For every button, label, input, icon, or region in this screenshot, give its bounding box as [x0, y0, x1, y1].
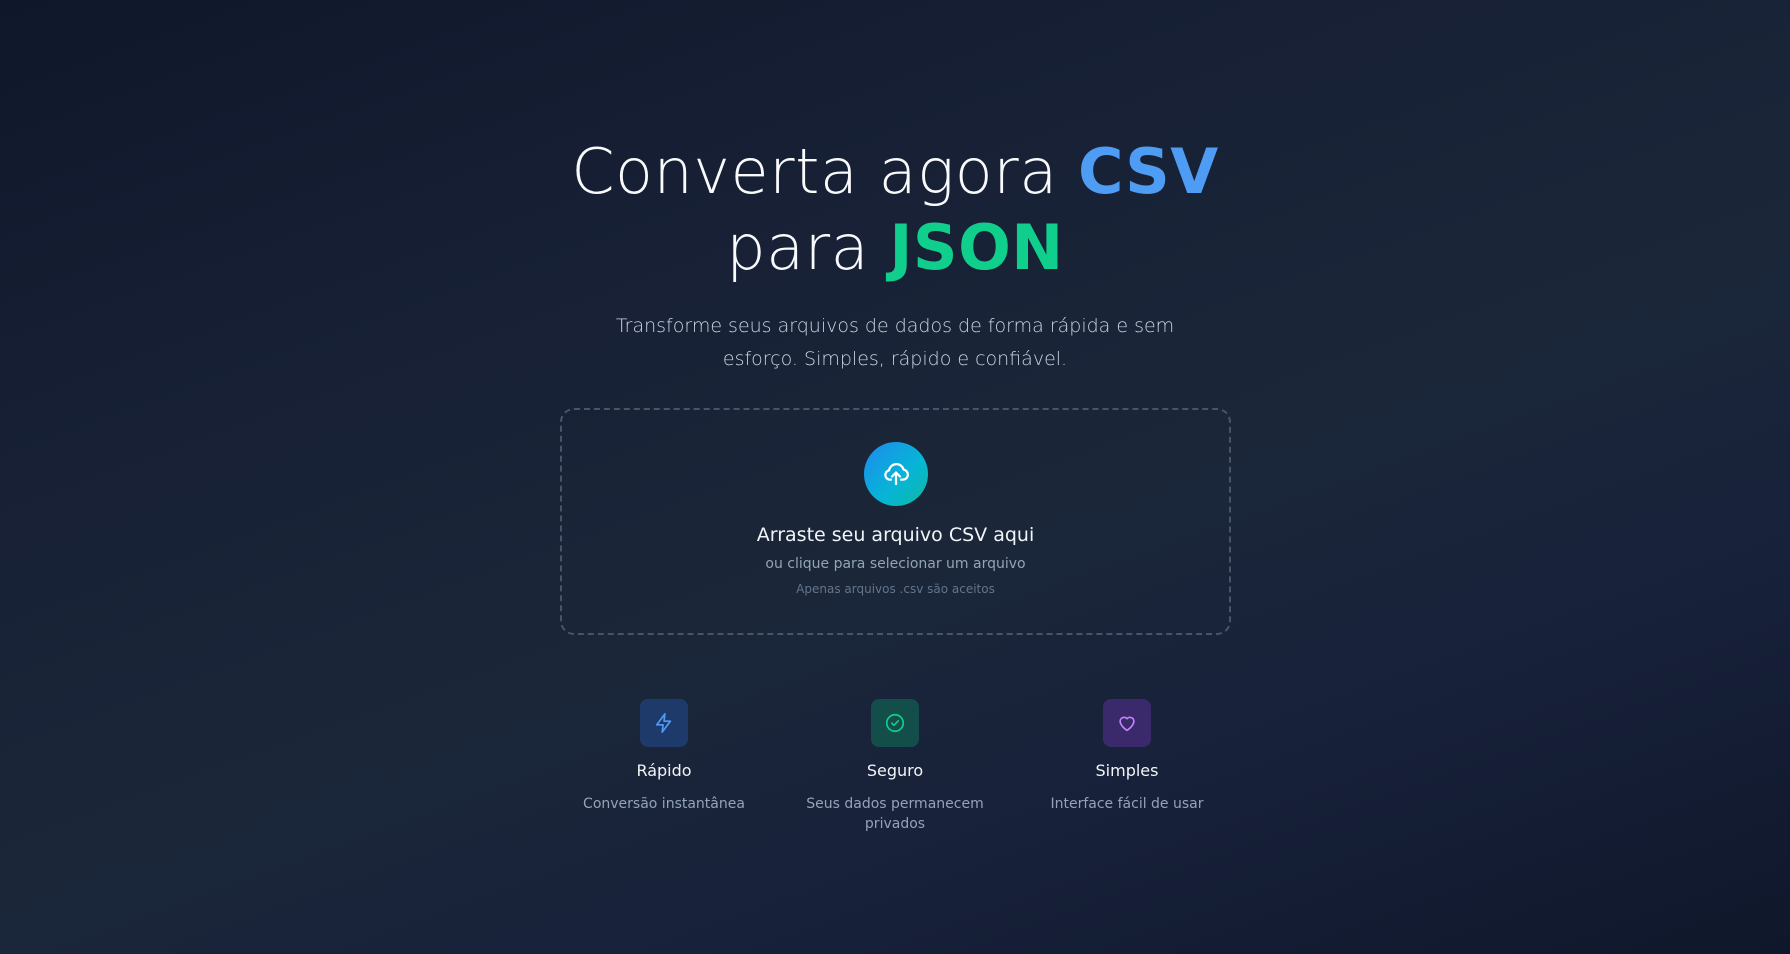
feature-description: Seus dados permanecem privados: [806, 796, 984, 832]
title-csv-highlight: CSV: [1077, 135, 1219, 208]
dropzone-subtitle: ou clique para selecionar um arquivo: [765, 556, 1026, 572]
cloud-upload-icon: [863, 442, 928, 506]
title-text-2: para: [726, 211, 870, 284]
feature-description: Conversão instantânea: [583, 796, 745, 812]
page-title: Converta agora CSV para JSON: [0, 134, 1790, 286]
feature-rapido: Rápido Conversão instantânea: [564, 699, 764, 814]
feature-description: Interface fácil de usar: [1050, 796, 1204, 812]
csv-dropzone[interactable]: Arraste seu arquivo CSV aqui ou clique p…: [560, 408, 1231, 635]
feature-simples: Simples Interface fácil de usar: [1027, 699, 1227, 814]
hero-section: Converta agora CSV para JSON Transforme …: [0, 134, 1790, 376]
title-json-highlight: JSON: [889, 211, 1064, 284]
dropzone-title: Arraste seu arquivo CSV aqui: [756, 524, 1035, 546]
feature-title: Rápido: [636, 761, 692, 780]
feature-title: Simples: [1095, 761, 1159, 780]
dropzone-note: Apenas arquivos .csv são aceitos: [796, 582, 995, 596]
title-text-1: Converta agora: [571, 135, 1058, 208]
lightning-icon: [640, 699, 688, 747]
heart-icon: [1103, 699, 1151, 747]
feature-seguro: Seguro Seus dados permanecem privados: [795, 699, 995, 834]
feature-title: Seguro: [866, 761, 924, 780]
check-circle-icon: [871, 699, 919, 747]
page-subtitle: Transforme seus arquivos de dados de for…: [615, 315, 1175, 370]
